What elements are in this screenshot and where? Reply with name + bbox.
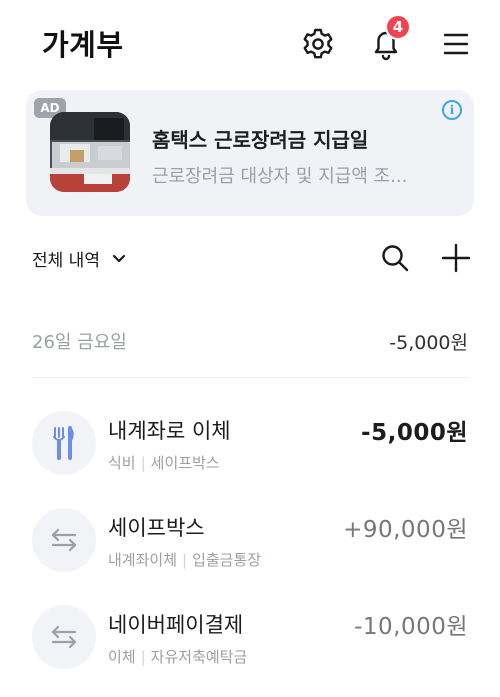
transaction-row[interactable]: 세이프박스 내계좌이체 | 입출금통장 +90,000원: [32, 508, 468, 580]
transaction-amount: +90,000원: [343, 517, 468, 543]
transaction-name: 내계좌로 이체: [108, 419, 231, 443]
transaction-category: 식비: [108, 454, 136, 472]
day-total: -5,000원: [389, 332, 468, 354]
page-title: 가계부: [42, 28, 124, 62]
date-label: 26일 금요일: [32, 332, 127, 353]
notification-badge: 4: [385, 14, 411, 40]
ad-banner[interactable]: AD i 홈택스 근로장려금 지급일 근로장려금 대상자 및 지급액 조...: [26, 90, 474, 216]
transaction-category: 이체: [108, 648, 136, 666]
transaction-meta: 식비 | 세이프박스: [108, 454, 220, 472]
transaction-amount: -10,000원: [354, 614, 468, 640]
menu-icon[interactable]: [436, 24, 476, 64]
app-header: 가계부 4: [0, 0, 500, 88]
ad-subtitle: 근로장려금 대상자 및 지급액 조...: [152, 166, 408, 187]
filter-dropdown[interactable]: 전체 내역: [32, 246, 126, 271]
list-toolbar: 전체 내역: [0, 240, 500, 280]
transaction-row[interactable]: 네이버페이결제 이체 | 자유저축예탁금 -10,000원: [32, 605, 468, 677]
fork-knife-icon: [32, 411, 96, 475]
search-icon[interactable]: [377, 240, 413, 276]
filter-label: 전체 내역: [32, 251, 100, 271]
transaction-account: 자유저축예탁금: [150, 648, 248, 666]
transaction-row[interactable]: 내계좌로 이체 식비 | 세이프박스 -5,000원: [32, 411, 468, 483]
gear-icon[interactable]: [298, 24, 338, 64]
plus-icon[interactable]: [438, 240, 474, 276]
transaction-name: 세이프박스: [108, 516, 205, 540]
transaction-meta: 이체 | 자유저축예탁금: [108, 648, 248, 666]
ad-title: 홈택스 근로장려금 지급일: [152, 128, 369, 152]
divider: [32, 377, 468, 378]
transfer-arrows-icon: [32, 605, 96, 669]
transfer-arrows-icon: [32, 508, 96, 572]
transaction-category: 내계좌이체: [108, 551, 178, 569]
transaction-name: 네이버페이결제: [108, 613, 244, 637]
day-group-header: 26일 금요일 -5,000원: [32, 328, 468, 358]
ad-thumbnail: [50, 112, 130, 192]
transaction-meta: 내계좌이체 | 입출금통장: [108, 551, 262, 569]
transaction-account: 입출금통장: [192, 551, 262, 569]
info-icon[interactable]: i: [442, 100, 462, 120]
transaction-amount: -5,000원: [361, 420, 468, 446]
transaction-account: 세이프박스: [150, 454, 220, 472]
chevron-down-icon: [112, 249, 126, 269]
